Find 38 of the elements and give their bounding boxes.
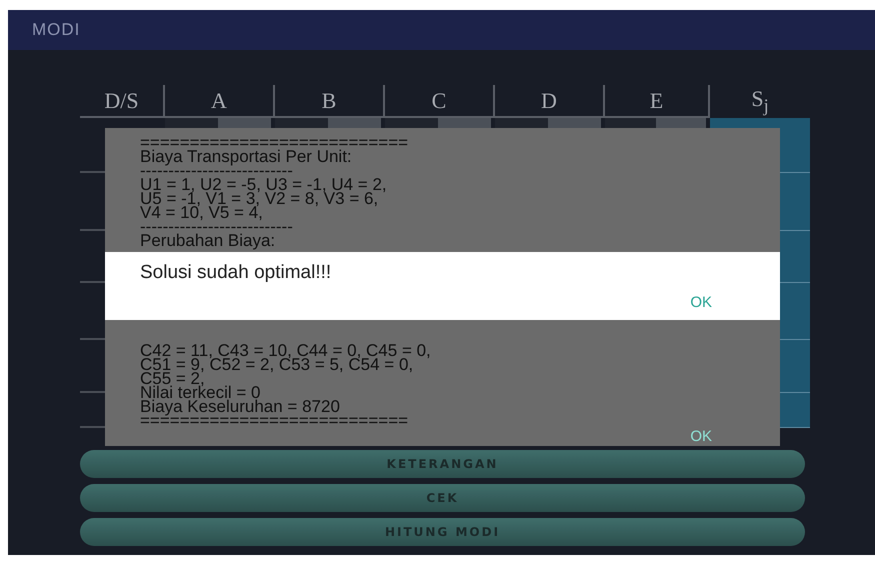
result-line: Nilai terkecil = 0 <box>140 386 260 400</box>
dialog-message: Solusi sudah optimal!!! <box>140 262 332 284</box>
ok-button[interactable]: OK <box>684 428 718 445</box>
result-line: C55 = 2, <box>140 372 205 386</box>
result-line: U5 = -1, V1 = 3, V2 = 8, V3 = 6, <box>140 192 378 206</box>
cell-field[interactable] <box>275 118 328 128</box>
column-header: B <box>322 88 336 114</box>
result-line: C51 = 9, C52 = 2, C53 = 5, C54 = 0, <box>140 358 414 372</box>
result-line: Biaya Transportasi Per Unit: <box>140 150 353 164</box>
app-title: MODI <box>32 20 80 40</box>
result-line: --------------------------- <box>140 164 293 178</box>
result-line: --------------------------- <box>140 220 294 234</box>
cell-field[interactable] <box>438 118 491 128</box>
result-line: C42 = 11, C43 = 10, C44 = 0, C45 = 0, <box>140 344 432 358</box>
action-button[interactable]: HITUNG MODI <box>80 518 805 546</box>
result-line: =========================== <box>140 136 410 150</box>
cell-field[interactable] <box>656 118 706 128</box>
action-button[interactable]: CEK <box>80 484 805 512</box>
result-line: Perubahan Biaya: <box>140 234 276 248</box>
ok-button[interactable]: OK <box>684 290 718 315</box>
cell-field[interactable] <box>495 118 548 128</box>
action-button[interactable]: KETERANGAN <box>80 450 805 478</box>
column-header: D <box>541 88 557 114</box>
cell-field[interactable] <box>218 118 271 128</box>
column-header: C <box>432 88 446 114</box>
column-header: D/S <box>104 88 139 114</box>
cell-field[interactable] <box>165 118 218 128</box>
result-line: Biaya Keseluruhan = 8720 <box>140 400 341 414</box>
result-line: U1 = 1, U2 = -5, U3 = -1, U4 = 2, <box>140 178 388 192</box>
result-line: =========================== <box>140 414 410 428</box>
cell-field[interactable] <box>548 118 601 128</box>
column-header: A <box>211 88 227 114</box>
cell-field[interactable] <box>328 118 381 128</box>
cell-field[interactable] <box>605 118 656 128</box>
column-header: S$_{j}$ <box>751 86 769 117</box>
result-line: V4 = 10, V5 = 4, <box>140 206 264 220</box>
column-header: E <box>650 88 664 114</box>
cell-field[interactable] <box>385 118 438 128</box>
